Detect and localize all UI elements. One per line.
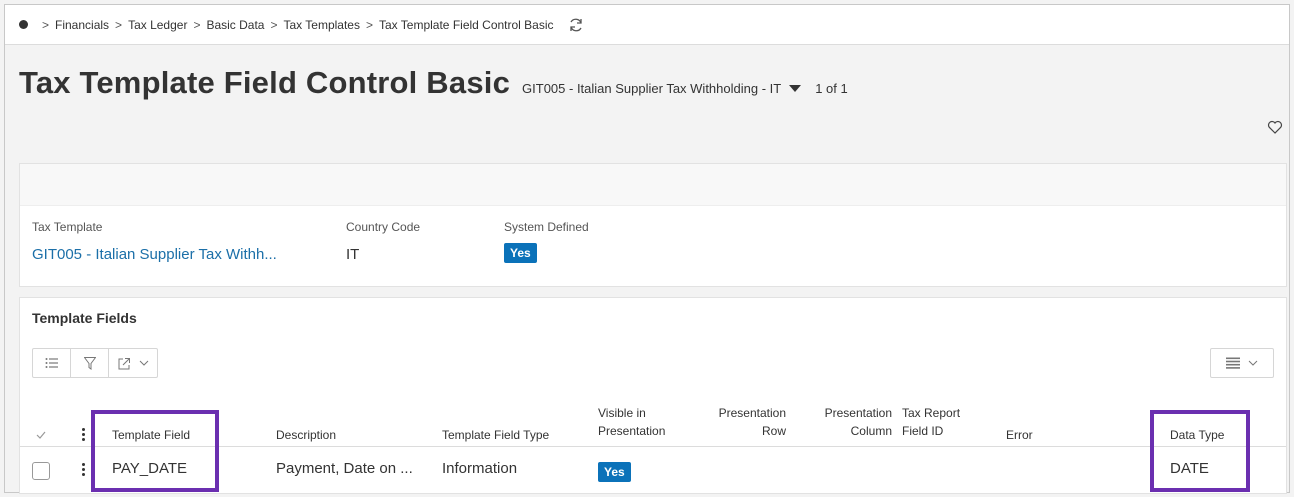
header-kebab-icon[interactable] [80, 428, 86, 441]
select-all-check-icon[interactable] [36, 431, 46, 439]
details-card: Tax Template GIT005 - Italian Supplier T… [19, 163, 1287, 287]
col-presentation-column[interactable]: Presentation Column [796, 404, 892, 440]
cell-visible-in-presentation: Yes [598, 462, 631, 482]
col-pres-col-line1: Presentation [824, 406, 892, 420]
chevron-down-icon [139, 360, 148, 366]
row-kebab-icon[interactable] [80, 463, 86, 476]
col-pres-row-line1: Presentation [718, 406, 786, 420]
record-selector-label: GIT005 - Italian Supplier Tax Withholdin… [522, 81, 782, 96]
filter-button[interactable] [71, 349, 109, 377]
col-visible-line1: Visible in [598, 406, 646, 420]
row-checkbox[interactable] [32, 462, 50, 480]
column-settings-icon [1226, 357, 1240, 369]
col-visible-in-presentation[interactable]: Visible in Presentation [598, 404, 665, 440]
breadcrumb-item-tax-ledger[interactable]: Tax Ledger [128, 18, 187, 32]
col-template-field-type[interactable]: Template Field Type [442, 426, 549, 444]
col-pres-row-line2: Row [761, 424, 786, 438]
col-presentation-row[interactable]: Presentation Row [690, 404, 786, 440]
col-error[interactable]: Error [1006, 426, 1033, 444]
section-title: Template Fields [32, 310, 137, 326]
chevron-right-icon: > [365, 17, 373, 32]
table-toolbar [32, 348, 158, 378]
chevron-down-icon [1248, 360, 1258, 366]
breadcrumb-item-current: Tax Template Field Control Basic [379, 17, 554, 32]
col-tax-report-field-id[interactable]: Tax Report Field ID [902, 404, 960, 440]
col-visible-line2: Presentation [598, 424, 666, 438]
caret-down-icon[interactable] [789, 85, 802, 92]
favorite-heart-icon[interactable] [1267, 119, 1283, 135]
system-defined-badge: Yes [504, 243, 537, 263]
record-selector[interactable]: GIT005 - Italian Supplier Tax Withholdin… [522, 81, 802, 96]
chevron-right-icon: > [270, 17, 278, 32]
chevron-right-icon: > [42, 17, 50, 32]
highlight-data-type [1150, 410, 1250, 492]
chevron-right-icon: > [193, 17, 201, 32]
country-code-label: Country Code [346, 220, 421, 234]
system-defined-field: System Defined Yes [504, 220, 589, 263]
tax-template-field: Tax Template GIT005 - Italian Supplier T… [32, 220, 277, 263]
breadcrumb-item-financials[interactable]: Financials [55, 18, 109, 32]
export-button[interactable] [109, 349, 157, 377]
breadcrumb: > Financials > Tax Ledger > Basic Data >… [5, 5, 1289, 45]
column-settings-button[interactable] [1210, 348, 1274, 378]
home-dot-icon[interactable] [19, 20, 28, 29]
filter-icon [83, 356, 96, 370]
details-card-header [20, 164, 1286, 206]
col-description[interactable]: Description [276, 426, 336, 444]
refresh-icon[interactable] [568, 17, 584, 33]
list-icon [45, 358, 58, 368]
page-title: Tax Template Field Control Basic [19, 65, 511, 100]
col-tax-report-line1: Tax Report [902, 406, 961, 420]
cell-template-field-type: Information [442, 460, 518, 477]
col-pres-col-line2: Column [850, 424, 892, 438]
country-code-value: IT [346, 246, 360, 263]
visible-badge: Yes [598, 462, 631, 482]
cell-description: Payment, Date on ... [276, 460, 413, 477]
breadcrumb-item-tax-templates[interactable]: Tax Templates [284, 18, 360, 32]
tax-template-label: Tax Template [32, 220, 103, 234]
page-header: Tax Template Field Control Basic GIT005 … [19, 65, 848, 101]
export-icon [118, 357, 130, 369]
list-view-button[interactable] [33, 349, 71, 377]
highlight-template-field [91, 410, 219, 492]
app-frame: > Financials > Tax Ledger > Basic Data >… [4, 4, 1290, 494]
system-defined-label: System Defined [504, 220, 589, 234]
tax-template-link[interactable]: GIT005 - Italian Supplier Tax Withh... [32, 246, 277, 263]
chevron-right-icon: > [115, 17, 123, 32]
country-code-field: Country Code IT [346, 220, 420, 263]
record-count: 1 of 1 [815, 81, 848, 96]
breadcrumb-item-basic-data[interactable]: Basic Data [206, 18, 264, 32]
col-tax-report-line2: Field ID [902, 424, 944, 438]
